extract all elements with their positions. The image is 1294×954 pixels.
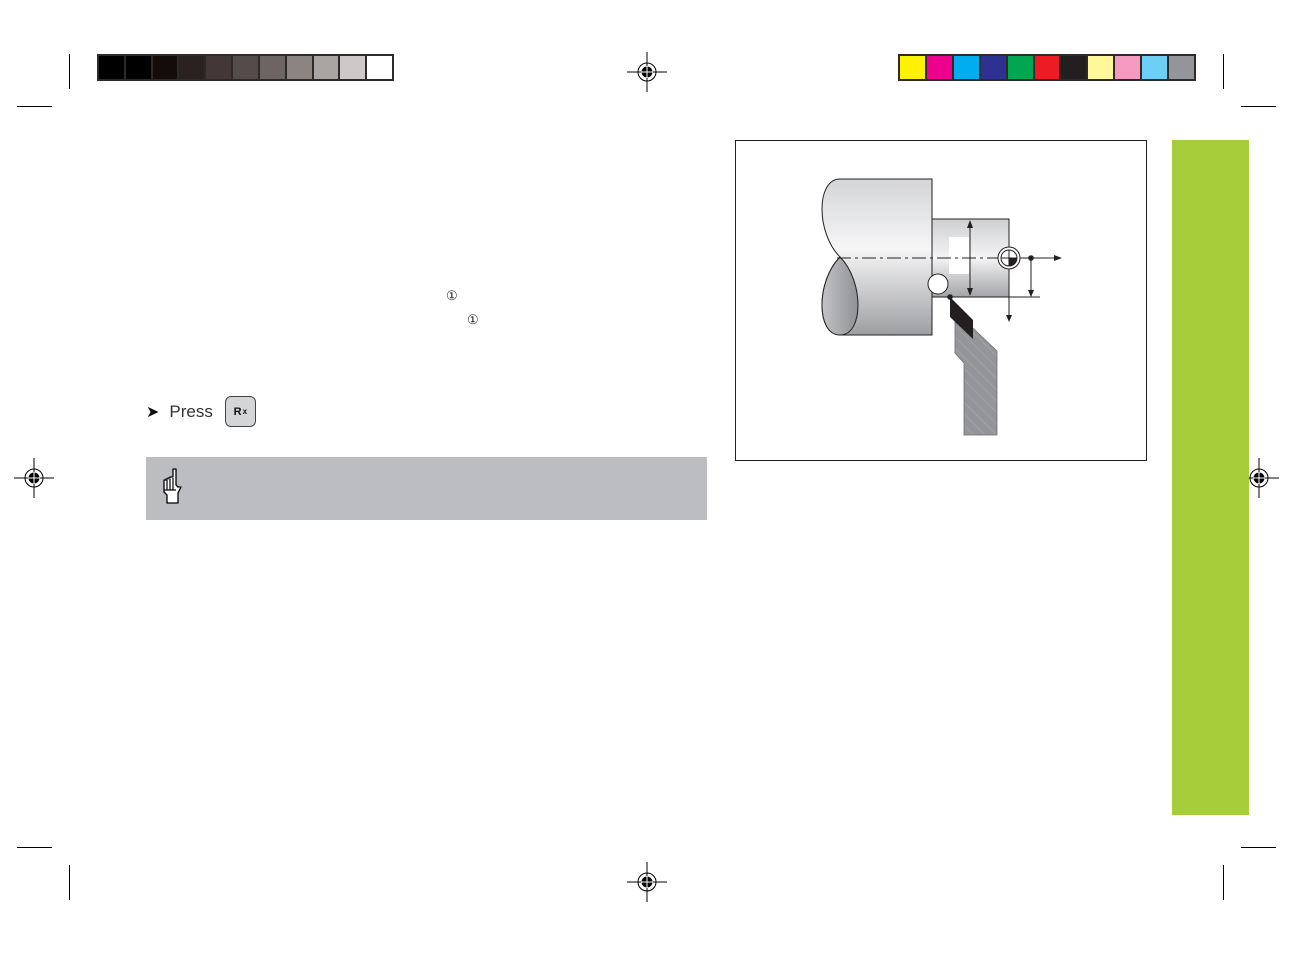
gray-swatch	[313, 56, 339, 79]
color-swatch	[1142, 56, 1168, 79]
color-swatch	[1115, 56, 1141, 79]
gray-swatch	[99, 56, 124, 79]
gray-swatch	[125, 56, 151, 79]
key-label: R	[233, 405, 242, 418]
gray-swatch	[367, 56, 392, 79]
bullet-arrow-icon: ➤	[146, 403, 160, 421]
tool-shank	[954, 310, 998, 436]
press-instruction: ➤ Press Rx	[146, 396, 256, 427]
tool-radius-circle	[927, 273, 949, 295]
gray-swatch	[206, 56, 232, 79]
color-swatch	[980, 56, 1006, 79]
gray-swatch	[152, 56, 178, 79]
color-swatch	[1169, 56, 1194, 79]
chapter-tab-sidebar	[1172, 140, 1249, 815]
press-label: Press	[169, 401, 213, 421]
gray-swatch	[179, 56, 205, 79]
pointing-hand-icon	[163, 468, 182, 504]
crop-mark	[1223, 54, 1224, 89]
registration-mark-icon	[627, 52, 667, 92]
gray-swatch	[340, 56, 366, 79]
color-swatch	[953, 56, 979, 79]
registration-mark-icon	[627, 862, 667, 902]
crop-mark	[69, 865, 70, 900]
registration-mark-icon	[14, 458, 54, 498]
gray-swatch	[286, 56, 312, 79]
crop-mark	[69, 54, 70, 89]
crop-mark	[17, 106, 52, 107]
callout-marker: ①	[467, 312, 479, 327]
crop-mark	[1241, 847, 1276, 848]
lathe-diagram	[735, 140, 1147, 461]
note-box	[146, 457, 707, 520]
gray-swatch	[259, 56, 285, 79]
gray-swatch	[233, 56, 258, 79]
key-subscript: x	[242, 407, 248, 416]
crop-mark	[1223, 865, 1224, 900]
color-swatch	[1034, 56, 1060, 79]
color-swatch	[900, 56, 925, 79]
color-swatch	[1061, 56, 1087, 79]
color-swatch	[926, 56, 952, 79]
crop-mark	[17, 847, 52, 848]
highlight	[949, 237, 969, 274]
color-swatch	[1007, 56, 1033, 79]
callout-marker: ①	[446, 288, 458, 303]
rx-key-button[interactable]: Rx	[224, 396, 256, 427]
crop-mark	[1241, 106, 1276, 107]
color-swatch	[1088, 56, 1114, 79]
color-calibration-bar	[898, 54, 1196, 81]
lathe-diagram-svg	[821, 178, 1062, 436]
grayscale-calibration-bar	[97, 54, 394, 81]
